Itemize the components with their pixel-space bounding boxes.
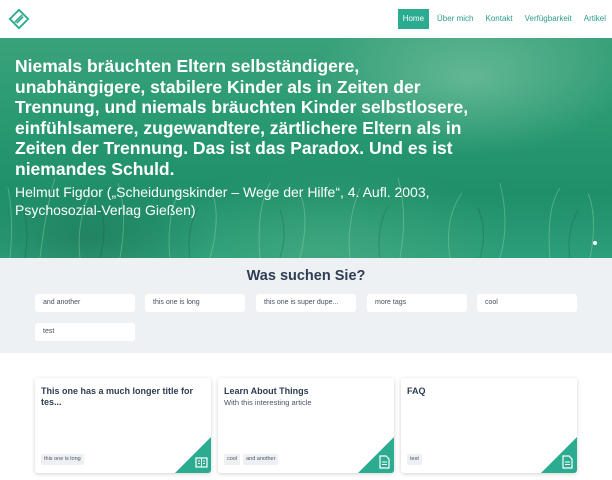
document-icon xyxy=(541,437,577,473)
nav-ueber-mich[interactable]: Über mich xyxy=(431,9,479,29)
nav-home[interactable]: Home xyxy=(397,9,430,29)
nav-artikel[interactable]: Artikel xyxy=(578,9,612,29)
card-tag[interactable]: and another xyxy=(243,454,279,465)
nav-kontakt[interactable]: Kontakt xyxy=(479,9,518,29)
tag-button[interactable]: and another xyxy=(35,294,135,312)
card-tag[interactable]: test xyxy=(407,454,422,465)
site-header: Home Über mich Kontakt Verfügbarkeit Art… xyxy=(0,0,612,38)
card-subtitle: With this interesting article xyxy=(224,398,312,407)
card-title[interactable]: Learn About Things xyxy=(224,386,390,397)
article-card[interactable]: This one has a much longer title for tes… xyxy=(35,378,211,473)
search-title: Was suchen Sie? xyxy=(246,268,366,284)
card-tag[interactable]: cool xyxy=(224,454,241,465)
main-nav: Home Über mich Kontakt Verfügbarkeit Art… xyxy=(397,9,612,29)
card-tag[interactable]: this one is long xyxy=(41,454,84,465)
card-tags: cool and another xyxy=(224,454,279,465)
tag-button[interactable]: this one is long xyxy=(145,294,245,312)
document-icon xyxy=(358,437,394,473)
nav-verfuegbarkeit[interactable]: Verfügbarkeit xyxy=(519,9,578,29)
article-card[interactable]: FAQ test xyxy=(401,378,577,473)
logo-icon[interactable] xyxy=(8,8,30,30)
tag-button[interactable]: more tags xyxy=(367,294,467,312)
tag-button[interactable]: this one is super dupe... xyxy=(256,294,356,312)
carousel-dot[interactable] xyxy=(593,241,597,245)
article-icon xyxy=(175,437,211,473)
tag-button[interactable]: test xyxy=(35,323,135,341)
hero-quote-source: Helmut Figdor („Scheidungskinder – Wege … xyxy=(15,184,430,218)
article-card[interactable]: Learn About Things With this interesting… xyxy=(218,378,394,473)
card-tags: test xyxy=(407,454,422,465)
hero-banner: Niemals bräuchten Eltern selbständigere,… xyxy=(0,38,612,258)
card-title[interactable]: FAQ xyxy=(407,386,573,397)
card-title[interactable]: This one has a much longer title for tes… xyxy=(41,386,207,408)
tag-button[interactable]: cool xyxy=(477,294,577,312)
hero-quote: Niemals bräuchten Eltern selbständigere,… xyxy=(15,56,469,179)
card-tags: this one is long xyxy=(41,454,84,465)
